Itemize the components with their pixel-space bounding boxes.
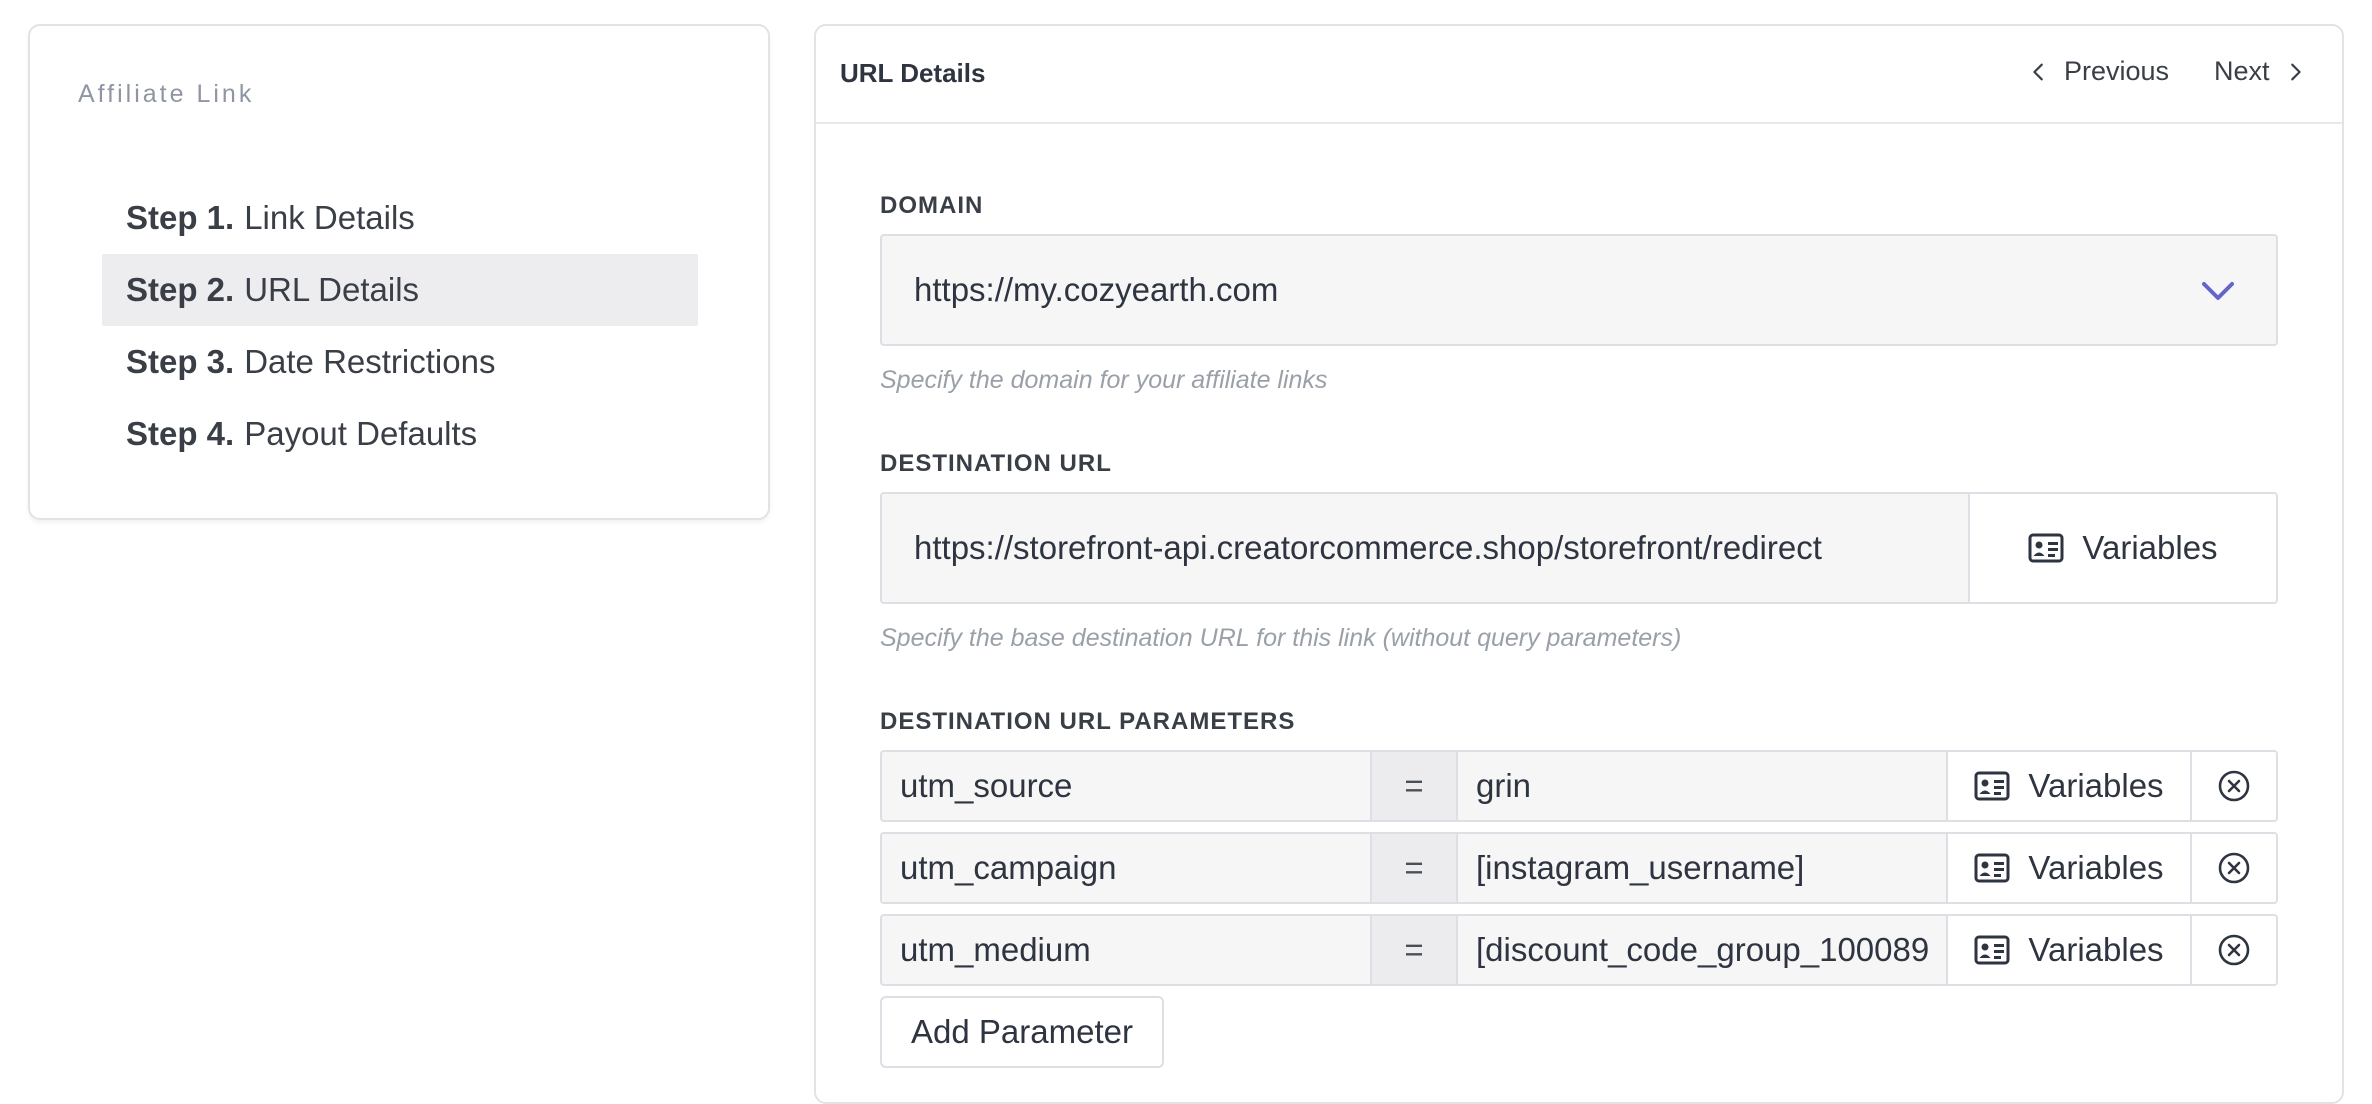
- chevron-down-icon: [2202, 282, 2234, 300]
- destination-variables-button[interactable]: Variables: [1970, 494, 2276, 602]
- panel-header: URL Details Previous Next: [816, 26, 2342, 124]
- remove-parameter-button[interactable]: [2192, 916, 2276, 984]
- parameter-value-input[interactable]: grin: [1458, 752, 1948, 820]
- step-label: URL Details: [244, 271, 420, 308]
- url-details-panel: URL Details Previous Next DOMAIN https:/…: [814, 24, 2344, 1104]
- domain-value: https://my.cozyearth.com: [914, 271, 1279, 308]
- steps-card: Affiliate Link Step 1. Link Details Step…: [28, 24, 770, 520]
- close-circle-icon: [2218, 770, 2250, 802]
- id-card-icon: [2028, 533, 2064, 563]
- equals-sign: =: [1372, 834, 1458, 902]
- parameter-key-input[interactable]: utm_medium: [882, 916, 1372, 984]
- close-circle-icon: [2218, 934, 2250, 966]
- parameter-variables-button[interactable]: Variables: [1948, 834, 2192, 902]
- step-link-details[interactable]: Step 1. Link Details: [102, 182, 698, 254]
- parameter-variables-button[interactable]: Variables: [1948, 752, 2192, 820]
- domain-select[interactable]: https://my.cozyearth.com: [880, 234, 2278, 346]
- variables-label: Variables: [2028, 849, 2164, 886]
- previous-button[interactable]: Previous: [2028, 56, 2169, 87]
- equals-sign: =: [1372, 752, 1458, 820]
- step-label: Date Restrictions: [244, 343, 496, 380]
- variables-label: Variables: [2028, 931, 2164, 968]
- step-url-details[interactable]: Step 2. URL Details: [102, 254, 698, 326]
- step-number: Step 1.: [126, 199, 235, 236]
- step-number: Step 3.: [126, 343, 235, 380]
- parameter-key-input[interactable]: utm_campaign: [882, 834, 1372, 902]
- domain-label: DOMAIN: [880, 192, 984, 219]
- parameter-variables-button[interactable]: Variables: [1948, 916, 2192, 984]
- destination-url-group: https://storefront-api.creatorcommerce.s…: [880, 492, 2278, 604]
- parameter-value-input[interactable]: [instagram_username]: [1458, 834, 1948, 902]
- step-number: Step 4.: [126, 415, 235, 452]
- id-card-icon: [1974, 771, 2010, 801]
- chevron-right-icon: [2290, 63, 2301, 80]
- id-card-icon: [1974, 853, 2010, 883]
- page-title: URL Details: [840, 58, 986, 88]
- parameter-key-input[interactable]: utm_source: [882, 752, 1372, 820]
- close-circle-icon: [2218, 852, 2250, 884]
- step-date-restrictions[interactable]: Step 3. Date Restrictions: [102, 326, 698, 398]
- parameter-row: utm_medium = [discount_code_group_100089…: [880, 914, 2278, 986]
- step-payout-defaults[interactable]: Step 4. Payout Defaults: [102, 398, 698, 470]
- next-button[interactable]: Next: [2214, 56, 2306, 87]
- next-label: Next: [2214, 56, 2270, 86]
- destination-help: Specify the base destination URL for thi…: [880, 624, 1682, 652]
- destination-url-input[interactable]: https://storefront-api.creatorcommerce.s…: [882, 494, 1970, 602]
- step-label: Link Details: [244, 199, 415, 236]
- destination-url-label: DESTINATION URL: [880, 450, 1112, 477]
- variables-label: Variables: [2082, 529, 2218, 566]
- id-card-icon: [1974, 935, 2010, 965]
- equals-sign: =: [1372, 916, 1458, 984]
- parameter-row: utm_campaign = [instagram_username] Vari…: [880, 832, 2278, 904]
- step-number: Step 2.: [126, 271, 235, 308]
- step-label: Payout Defaults: [244, 415, 478, 452]
- add-parameter-button[interactable]: Add Parameter: [880, 996, 1164, 1068]
- step-list: Step 1. Link Details Step 2. URL Details…: [102, 182, 698, 470]
- domain-help: Specify the domain for your affiliate li…: [880, 366, 1328, 394]
- variables-label: Variables: [2028, 767, 2164, 804]
- parameter-row: utm_source = grin Variables: [880, 750, 2278, 822]
- steps-title: Affiliate Link: [78, 80, 255, 108]
- parameters-label: DESTINATION URL PARAMETERS: [880, 708, 1296, 735]
- remove-parameter-button[interactable]: [2192, 752, 2276, 820]
- chevron-left-icon: [2033, 63, 2043, 80]
- remove-parameter-button[interactable]: [2192, 834, 2276, 902]
- previous-label: Previous: [2064, 56, 2170, 86]
- parameter-value-input[interactable]: [discount_code_group_100089: [1458, 916, 1948, 984]
